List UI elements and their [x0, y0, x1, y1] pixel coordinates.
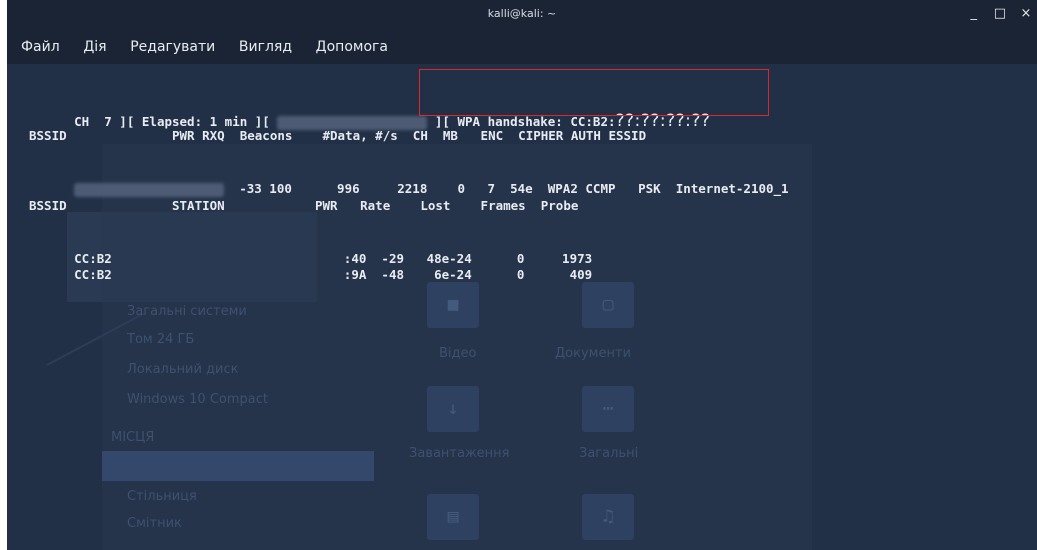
handshake-highlight-box	[419, 69, 769, 116]
redacted-bssid	[74, 182, 225, 197]
station-bssid: CC:B2	[74, 267, 112, 282]
terminal-output[interactable]: CH 7 ][ Elapsed: 1 min ][ ][ WPA handsha…	[7, 64, 1037, 550]
menu-bar: Файл Дія Редагувати Вигляд Допомога	[7, 34, 1037, 64]
terminal-window: kalli@kali: ~ _ □ × Файл Дія Редагувати …	[7, 0, 1037, 550]
menu-view[interactable]: Вигляд	[239, 39, 292, 55]
ap-table-header: BSSID PWR RXQ Beacons #Data, #/s CH MB E…	[29, 128, 647, 143]
station-mac-tail: :9A	[343, 267, 367, 282]
minimize-icon[interactable]: _	[967, 6, 981, 21]
menu-edit[interactable]: Редагувати	[130, 39, 215, 55]
station-row: CC:B2 :9A -48 6e-24 0 409	[29, 248, 592, 282]
maximize-icon[interactable]: □	[993, 6, 1007, 21]
menu-file[interactable]: Файл	[21, 39, 60, 55]
close-icon[interactable]: ×	[1019, 6, 1033, 21]
ap-table-row: -33 100 996 2218 0 7 54e WPA2 CCMP PSK I…	[29, 162, 789, 197]
title-bar[interactable]: kalli@kali: ~ _ □ ×	[7, 0, 1037, 34]
menu-help[interactable]: Допомога	[316, 39, 388, 55]
window-title: kalli@kali: ~	[487, 7, 557, 20]
ap-row-values: -33 100 996 2218 0 7 54e WPA2 CCMP PSK I…	[224, 181, 789, 196]
menu-action[interactable]: Дія	[83, 39, 106, 55]
station-values: -48 6e-24 0 409	[366, 267, 593, 282]
window-controls: _ □ ×	[959, 6, 1033, 21]
station-table-header: BSSID STATION PWR Rate Lost Frames Probe	[29, 198, 579, 213]
